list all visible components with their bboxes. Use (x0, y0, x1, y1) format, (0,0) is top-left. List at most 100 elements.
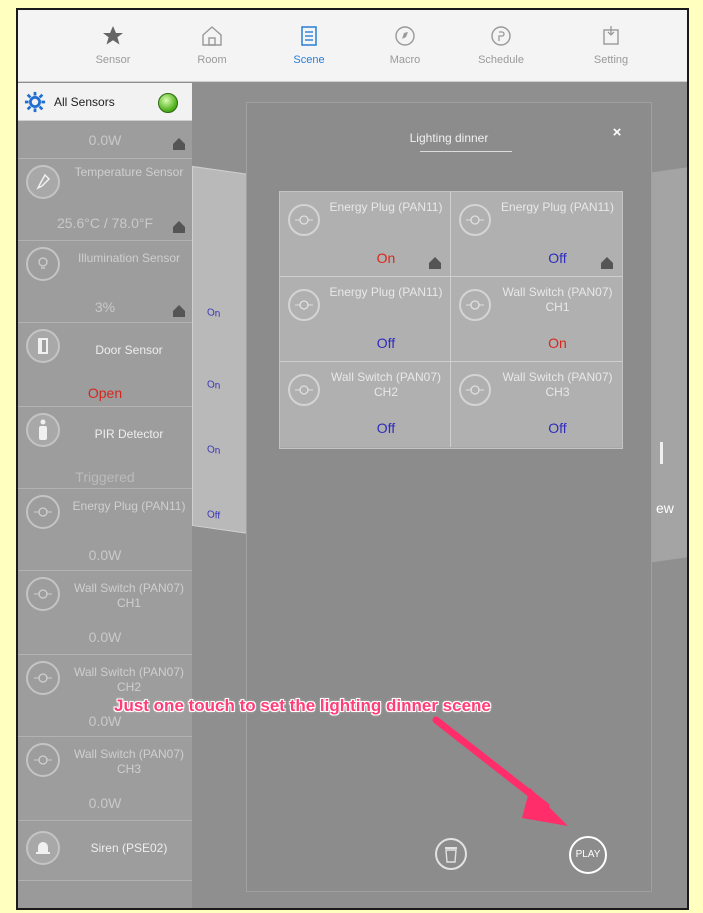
sensor-name: Wall Switch (PAN07) CH1 (73, 581, 185, 610)
compass-icon (395, 26, 415, 46)
plug-icon (466, 215, 484, 225)
sidebar-item-illumination[interactable]: Illumination Sensor 3% (18, 241, 192, 323)
sensor-value: 0.0W (88, 795, 122, 811)
delete-scene-button[interactable] (435, 838, 467, 870)
home-icon (173, 305, 185, 317)
tab-setting[interactable]: Setting (566, 10, 656, 82)
sensor-name: Wall Switch (PAN07) CH2 (73, 665, 185, 694)
background-state: Off (207, 509, 221, 522)
sidebar-item-siren[interactable]: Siren (PSE02) (18, 821, 192, 881)
tab-label: Setting (593, 54, 629, 66)
device-name: Wall Switch (PAN07) CH1 (502, 285, 613, 314)
annotation-arrow-icon (432, 716, 568, 826)
sidebar-item-pir-detector[interactable]: PIR Detector Triggered (18, 407, 192, 489)
plug-icon (295, 215, 313, 225)
device-name: Energy Plug (PAN11) (501, 200, 614, 214)
thermometer-icon (36, 173, 51, 190)
house-icon (202, 26, 222, 46)
home-icon (429, 257, 441, 269)
tab-room[interactable]: Room (167, 10, 257, 82)
device-name: Wall Switch (PAN07) CH3 (502, 370, 613, 399)
device-name: Energy Plug (PAN11) (329, 200, 443, 214)
tab-macro[interactable]: Macro (360, 10, 450, 82)
background-state: On (207, 444, 221, 457)
plug-icon (34, 589, 52, 599)
sidebar-title: All Sensors (54, 95, 115, 109)
tab-label: Scene (293, 54, 325, 66)
background-divider (660, 442, 663, 464)
sensor-name: Illumination Sensor (77, 251, 181, 265)
plug-icon (466, 300, 484, 310)
home-icon (173, 221, 185, 233)
sensor-value: Open (87, 385, 123, 401)
tab-sensor[interactable]: Sensor (68, 10, 158, 82)
sensor-name: Siren (PSE02) (90, 841, 168, 855)
scene-device-cell[interactable]: Energy Plug (PAN11) Off (451, 192, 622, 277)
sidebar-item-wall-switch-ch1[interactable]: Wall Switch (PAN07) CH1 0.0W (18, 571, 192, 655)
sidebar-item-energy-plug[interactable]: Energy Plug (PAN11) 0.0W (18, 489, 192, 571)
sensor-value: 0.0W (88, 132, 122, 148)
tab-label: Schedule (478, 54, 524, 66)
sidebar-header: All Sensors (18, 83, 192, 121)
sidebar-item-door-sensor[interactable]: Door Sensor Open (18, 323, 192, 407)
play-scene-button[interactable]: PLAY (569, 836, 607, 874)
background-text: ew (656, 500, 674, 516)
scene-device-cell[interactable]: Wall Switch (PAN07) CH2 Off (280, 362, 451, 447)
plug-icon (295, 385, 313, 395)
tab-label: Room (197, 54, 227, 66)
plug-icon (34, 755, 52, 765)
scene-device-cell[interactable]: Wall Switch (PAN07) CH3 Off (451, 362, 622, 447)
scene-device-cell[interactable]: Energy Plug (PAN11) On (280, 192, 451, 277)
sensor-value: 25.6°C / 78.0°F (56, 215, 154, 231)
gear-icon[interactable] (24, 91, 46, 113)
app-frame: Sensor Room Scene Macro Schedule Setting… (16, 8, 689, 910)
sensor-value: Triggered (75, 469, 135, 485)
sensor-sidebar: All Sensors 0.0W Temperature Sensor 25.6… (18, 83, 192, 908)
tab-schedule[interactable]: Schedule (456, 10, 546, 82)
tab-label: Macro (389, 54, 421, 66)
sidebar-item-wall-switch-ch3[interactable]: Wall Switch (PAN07) CH3 0.0W (18, 737, 192, 821)
scene-device-cell[interactable]: Energy Plug (PAN11) Off (280, 277, 451, 362)
sensor-name: Temperature Sensor (74, 165, 184, 179)
title-underline (420, 151, 512, 152)
background-scene-pane: On On On Off (192, 165, 250, 535)
home-icon (601, 257, 613, 269)
sidebar-item-temperature[interactable]: Temperature Sensor 25.6°C / 78.0°F (18, 159, 192, 241)
settings-icon (603, 26, 619, 45)
status-indicator-icon (158, 93, 178, 113)
scene-device-cell[interactable]: Wall Switch (PAN07) CH1 On (451, 277, 622, 362)
plug-icon (34, 507, 52, 517)
device-state: Off (376, 420, 396, 436)
sensor-name: Energy Plug (PAN11) (72, 499, 186, 513)
device-state: Off (376, 335, 396, 351)
close-icon[interactable]: × (609, 125, 625, 141)
sensor-name: Wall Switch (PAN07) CH3 (73, 747, 185, 776)
plug-icon (295, 300, 313, 310)
plug-icon (34, 673, 52, 683)
trash-icon (445, 847, 457, 863)
sensor-value: 0.0W (88, 547, 122, 563)
sensor-value: 3% (94, 299, 116, 315)
star-icon (103, 26, 123, 45)
sidebar-item-power[interactable]: 0.0W (18, 121, 192, 159)
scene-device-grid: Energy Plug (PAN11) On Energy Plug (PAN1… (279, 191, 623, 449)
clock-icon (491, 26, 511, 46)
lightbulb-icon (38, 257, 48, 269)
tab-bar: Sensor Room Scene Macro Schedule Setting (18, 10, 687, 82)
device-name: Wall Switch (PAN07) CH2 (330, 370, 442, 399)
device-state: Off (548, 420, 567, 436)
device-state: On (548, 335, 567, 351)
list-icon (301, 26, 317, 46)
sensor-name: Door Sensor (95, 343, 163, 357)
tab-label: Sensor (95, 54, 131, 66)
siren-icon (36, 842, 50, 854)
device-name: Energy Plug (PAN11) (329, 285, 443, 299)
sensor-name: PIR Detector (94, 427, 164, 441)
background-state: On (207, 379, 221, 392)
tab-scene[interactable]: Scene (264, 10, 354, 82)
sensor-value: 0.0W (88, 629, 122, 645)
home-icon (173, 138, 185, 150)
door-icon (38, 338, 48, 354)
person-icon (39, 419, 47, 440)
plug-icon (466, 385, 484, 395)
